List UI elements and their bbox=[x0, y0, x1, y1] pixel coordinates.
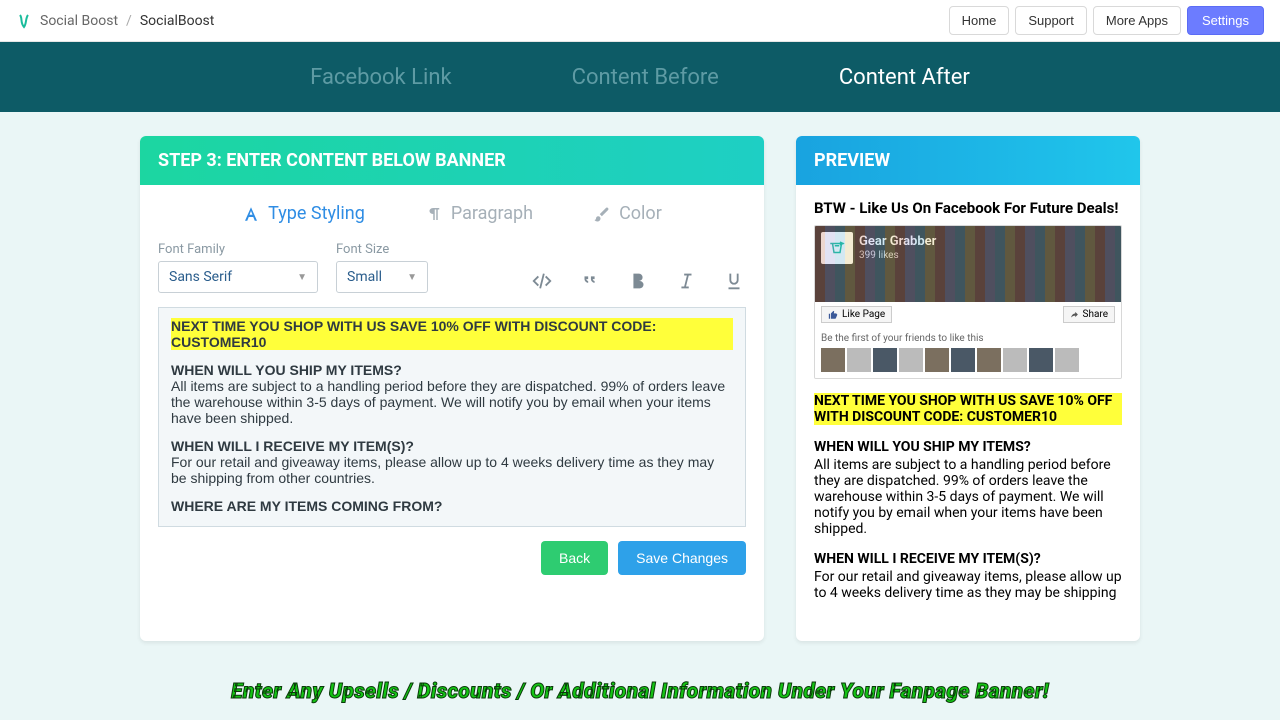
facebook-footer: Like Page Share bbox=[815, 302, 1121, 327]
editor-promo: NEXT TIME YOU SHOP WITH US SAVE 10% OFF … bbox=[171, 318, 733, 350]
subtab-paragraph[interactable]: Paragraph bbox=[425, 203, 533, 224]
avatar bbox=[1029, 348, 1053, 372]
brush-icon bbox=[593, 205, 611, 223]
subtab-color-label: Color bbox=[619, 203, 662, 224]
facebook-friends: Be the first of your friends to like thi… bbox=[815, 327, 1121, 378]
avatar bbox=[1055, 348, 1079, 372]
friends-text: Be the first of your friends to like thi… bbox=[821, 333, 1115, 344]
friends-avatars bbox=[821, 348, 1115, 372]
avatar bbox=[977, 348, 1001, 372]
avatar bbox=[847, 348, 871, 372]
avatar bbox=[873, 348, 897, 372]
type-icon bbox=[242, 205, 260, 223]
code-icon[interactable] bbox=[530, 269, 554, 293]
font-family-select[interactable]: Sans Serif ▼ bbox=[158, 261, 318, 293]
facebook-like-button[interactable]: Like Page bbox=[821, 306, 892, 323]
paragraph-icon bbox=[425, 205, 443, 223]
more-apps-button[interactable]: More Apps bbox=[1093, 6, 1181, 35]
share-icon bbox=[1070, 310, 1079, 319]
editor-header: STEP 3: ENTER CONTENT BELOW BANNER bbox=[140, 136, 764, 185]
tab-bar: Facebook Link Content Before Content Aft… bbox=[0, 42, 1280, 112]
preview-content: NEXT TIME YOU SHOP WITH US SAVE 10% OFF … bbox=[814, 393, 1122, 601]
content-editor[interactable]: NEXT TIME YOU SHOP WITH US SAVE 10% OFF … bbox=[158, 307, 746, 527]
preview-q1: WHEN WILL YOU SHIP MY ITEMS? bbox=[814, 439, 1122, 455]
share-label: Share bbox=[1083, 309, 1108, 320]
preview-header: PREVIEW bbox=[796, 136, 1140, 185]
controls-row: Font Family Sans Serif ▼ Font Size Small… bbox=[158, 242, 746, 293]
like-label: Like Page bbox=[842, 309, 885, 320]
format-tools bbox=[530, 269, 746, 293]
subtab-type-label: Type Styling bbox=[268, 203, 365, 224]
preview-body: BTW - Like Us On Facebook For Future Dea… bbox=[796, 185, 1140, 641]
facebook-likes-count: 399 likes bbox=[859, 250, 899, 261]
quote-icon[interactable] bbox=[578, 269, 602, 293]
preview-title: BTW - Like Us On Facebook For Future Dea… bbox=[814, 199, 1122, 217]
avatar bbox=[821, 348, 845, 372]
thumbs-up-icon bbox=[828, 310, 838, 320]
breadcrumb-separator: / bbox=[126, 13, 132, 29]
font-size-label: Font Size bbox=[336, 242, 428, 257]
subtab-paragraph-label: Paragraph bbox=[451, 203, 533, 224]
chevron-down-icon: ▼ bbox=[297, 272, 307, 283]
facebook-widget: Gear Grabber 399 likes Like Page Share B… bbox=[814, 225, 1122, 379]
page-logo-icon bbox=[821, 232, 853, 264]
editor-actions: Back Save Changes bbox=[158, 527, 746, 579]
preview-a1: All items are subject to a handling peri… bbox=[814, 457, 1122, 537]
tab-content-after[interactable]: Content After bbox=[839, 65, 970, 90]
back-button[interactable]: Back bbox=[541, 541, 608, 575]
italic-icon[interactable] bbox=[674, 269, 698, 293]
facebook-cover: Gear Grabber 399 likes bbox=[815, 226, 1121, 302]
editor-a2: For our retail and giveaway items, pleas… bbox=[171, 454, 733, 486]
tab-facebook-link[interactable]: Facebook Link bbox=[310, 65, 452, 90]
breadcrumb-current: SocialBoost bbox=[140, 13, 215, 29]
editor-q2: WHEN WILL I RECEIVE MY ITEM(S)? bbox=[171, 438, 733, 454]
preview-a2: For our retail and giveaway items, pleas… bbox=[814, 569, 1122, 601]
font-size-value: Small bbox=[347, 269, 382, 285]
subtab-type-styling[interactable]: Type Styling bbox=[242, 203, 365, 224]
font-family-value: Sans Serif bbox=[169, 269, 232, 285]
avatar bbox=[925, 348, 949, 372]
support-button[interactable]: Support bbox=[1015, 6, 1087, 35]
avatar bbox=[899, 348, 923, 372]
bold-icon[interactable] bbox=[626, 269, 650, 293]
brand-icon bbox=[16, 13, 32, 29]
font-family-label: Font Family bbox=[158, 242, 318, 257]
editor-q3: WHERE ARE MY ITEMS COMING FROM? bbox=[171, 498, 733, 514]
font-size-select[interactable]: Small ▼ bbox=[336, 261, 428, 293]
editor-a1: All items are subject to a handling peri… bbox=[171, 378, 733, 426]
avatar bbox=[1003, 348, 1027, 372]
underline-icon[interactable] bbox=[722, 269, 746, 293]
avatar bbox=[951, 348, 975, 372]
top-bar: Social Boost / SocialBoost Home Support … bbox=[0, 0, 1280, 42]
font-family-group: Font Family Sans Serif ▼ bbox=[158, 242, 318, 293]
content-area: STEP 3: ENTER CONTENT BELOW BANNER Type … bbox=[0, 112, 1280, 641]
facebook-page-name: Gear Grabber bbox=[859, 234, 936, 249]
editor-q1: WHEN WILL YOU SHIP MY ITEMS? bbox=[171, 362, 733, 378]
home-button[interactable]: Home bbox=[949, 6, 1010, 35]
breadcrumb-app[interactable]: Social Boost bbox=[40, 13, 118, 29]
editor-body: Type Styling Paragraph Color Font Family… bbox=[140, 185, 764, 597]
subtab-color[interactable]: Color bbox=[593, 203, 662, 224]
chevron-down-icon: ▼ bbox=[407, 272, 417, 283]
save-changes-button[interactable]: Save Changes bbox=[618, 541, 746, 575]
breadcrumb: Social Boost / SocialBoost bbox=[16, 13, 214, 29]
caption-text: Enter Any Upsells / Discounts / Or Addit… bbox=[0, 680, 1280, 704]
preview-promo: NEXT TIME YOU SHOP WITH US SAVE 10% OFF … bbox=[814, 393, 1122, 425]
editor-card: STEP 3: ENTER CONTENT BELOW BANNER Type … bbox=[140, 136, 764, 641]
top-actions: Home Support More Apps Settings bbox=[949, 6, 1264, 35]
font-size-group: Font Size Small ▼ bbox=[336, 242, 428, 293]
preview-card: PREVIEW BTW - Like Us On Facebook For Fu… bbox=[796, 136, 1140, 641]
tab-content-before[interactable]: Content Before bbox=[572, 65, 719, 90]
editor-subtabs: Type Styling Paragraph Color bbox=[158, 203, 746, 224]
facebook-share-button[interactable]: Share bbox=[1063, 306, 1115, 323]
preview-q2: WHEN WILL I RECEIVE MY ITEM(S)? bbox=[814, 551, 1122, 567]
settings-button[interactable]: Settings bbox=[1187, 6, 1264, 35]
